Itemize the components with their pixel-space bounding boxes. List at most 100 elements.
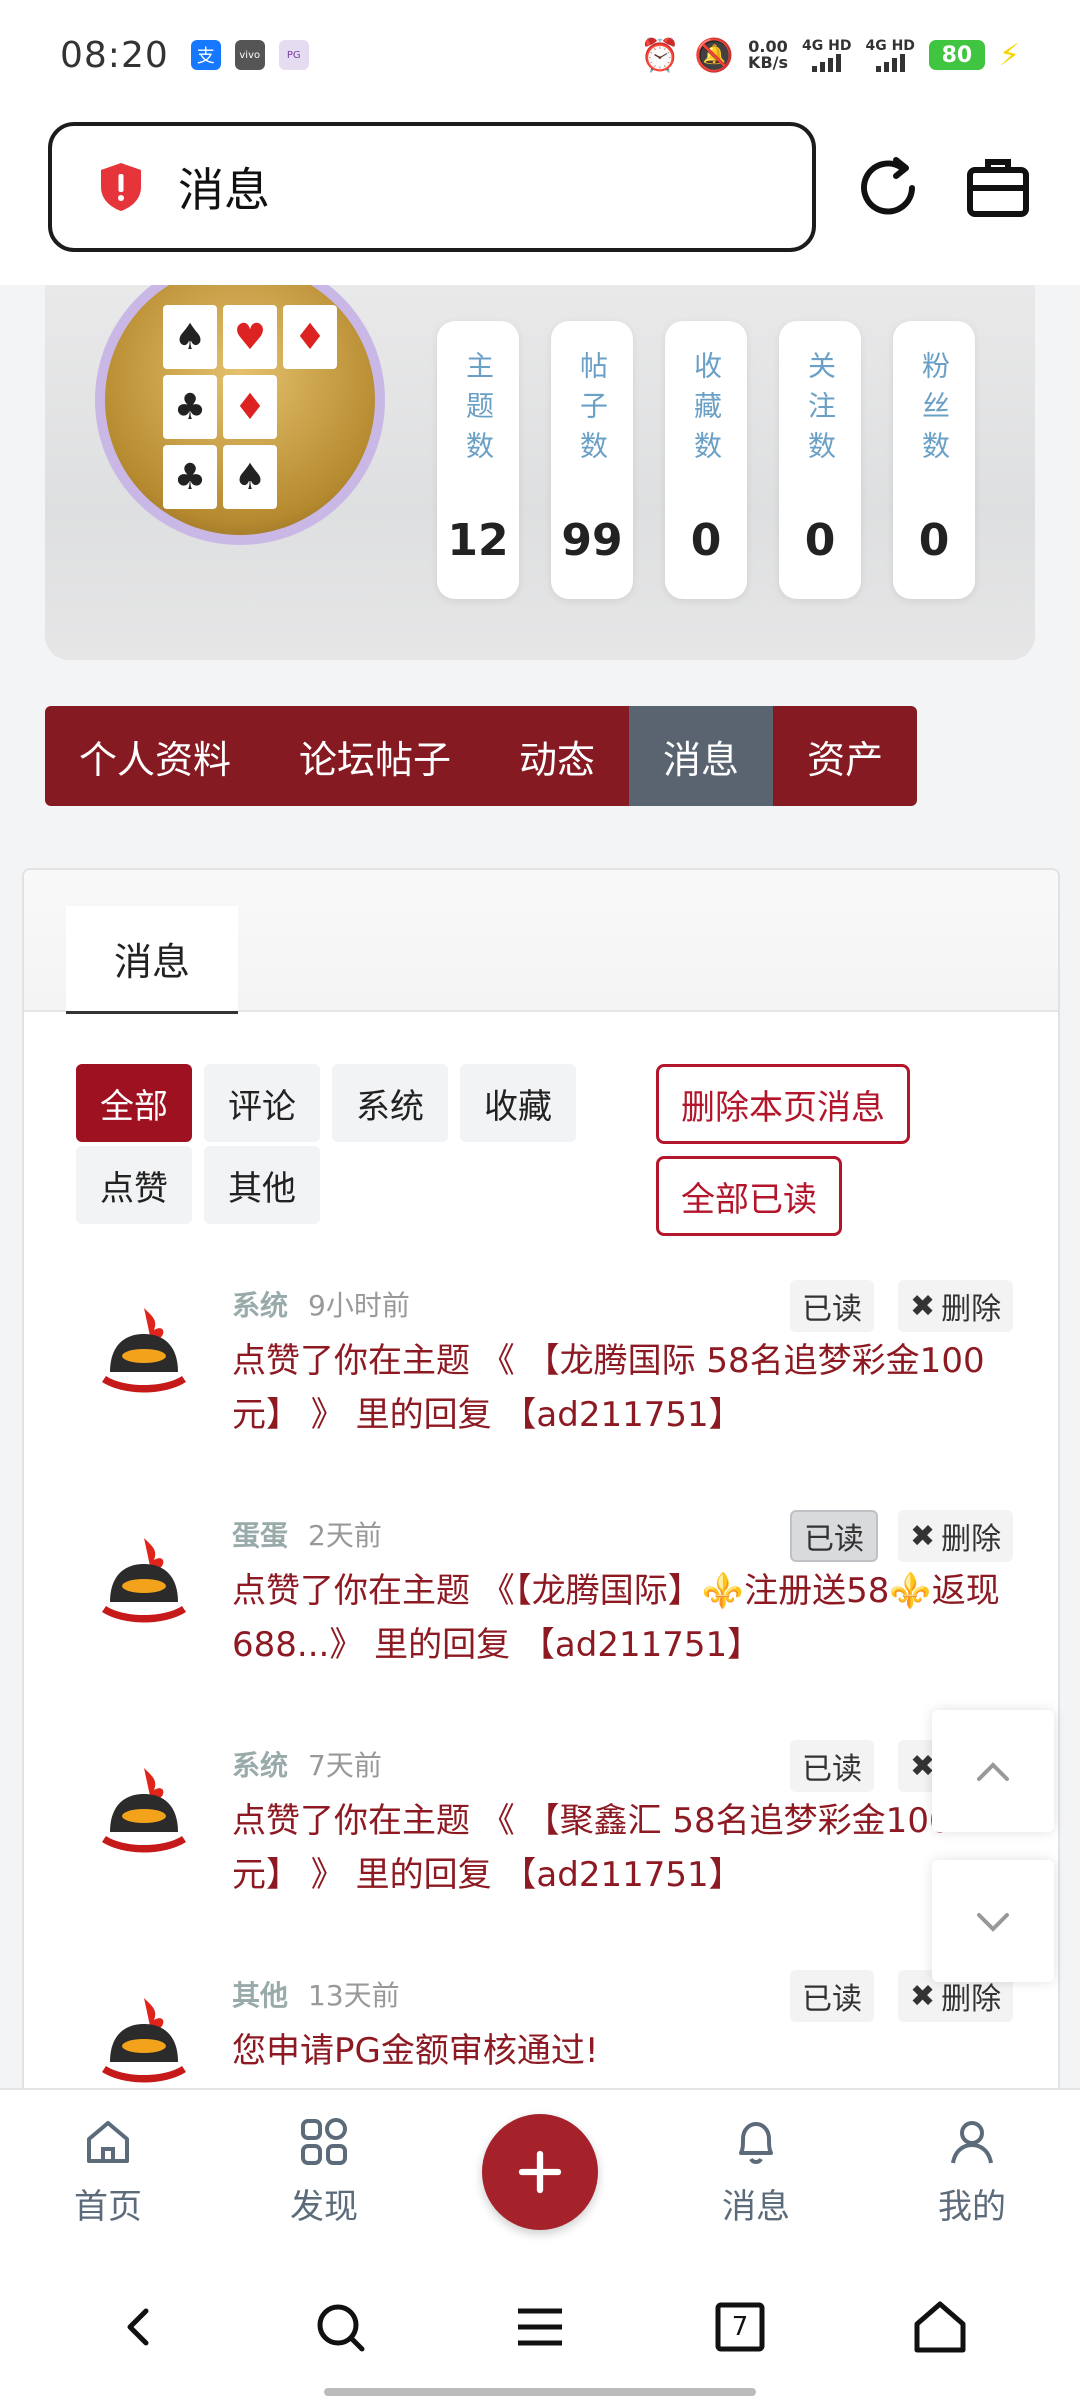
card-heart-icon: ♥ xyxy=(223,305,277,369)
nav-home[interactable]: 首页 xyxy=(0,2090,216,2253)
back-button[interactable] xyxy=(108,2295,172,2359)
search-button[interactable] xyxy=(308,2295,372,2359)
panel-tab-messages[interactable]: 消息 xyxy=(66,906,238,1014)
home-indicator[interactable] xyxy=(324,2388,756,2396)
vivo-icon: vivo xyxy=(234,40,265,70)
signal-bars-icon xyxy=(812,54,842,72)
card-club-icon: ♣ xyxy=(163,375,217,439)
tabs-button[interactable]: 7 xyxy=(708,2295,772,2359)
message-sender: 系统 xyxy=(232,1289,289,1322)
delete-label: 删除 xyxy=(941,1292,1002,1327)
stat-followers[interactable]: 粉丝数 0 xyxy=(893,321,975,599)
delete-page-messages-button[interactable]: 删除本页消息 xyxy=(656,1064,910,1144)
home-icon xyxy=(87,2121,129,2163)
browser-toolbar: 消息 xyxy=(0,110,1080,285)
message-item[interactable]: 蛋蛋 2天前 已读 ✖ 删除 点赞了你在主题 《【龙腾国际】⚜️注册送58⚜️返现… xyxy=(24,1510,1058,1744)
message-time: 7天前 xyxy=(308,1749,382,1782)
nav-mine-label: 我的 xyxy=(938,2187,1006,2227)
alipay-icon: 支 xyxy=(190,40,221,70)
signal-bars-icon xyxy=(875,54,905,72)
mark-read-button[interactable]: 已读 xyxy=(790,1280,874,1332)
grid-icon xyxy=(301,2118,347,2165)
filter-system[interactable]: 系统 xyxy=(332,1064,448,1142)
shield-warning-icon xyxy=(101,163,141,211)
close-icon: ✖ xyxy=(910,1518,936,1554)
message-text: 您申请PG金额审核通过! xyxy=(232,2031,599,2071)
scroll-down-button[interactable] xyxy=(932,1860,1054,1982)
ninja-avatar-icon xyxy=(102,1308,186,1393)
message-meta: 系统 9小时前 xyxy=(232,1284,410,1324)
delete-message-button[interactable]: ✖删除 xyxy=(898,1510,1014,1562)
nav-create[interactable] xyxy=(432,2090,648,2253)
mark-read-button[interactable]: 已读 xyxy=(790,1740,874,1792)
message-meta: 蛋蛋 2天前 xyxy=(232,1514,382,1554)
filter-comments[interactable]: 评论 xyxy=(204,1064,320,1142)
system-nav-bar: 7 xyxy=(0,2253,1080,2400)
chevron-down-icon xyxy=(977,1913,1009,1932)
message-time: 13天前 xyxy=(308,1979,400,2012)
mark-read-button[interactable]: 已读 xyxy=(790,1510,878,1562)
card-diamond-icon: ♦ xyxy=(223,375,277,439)
scroll-up-button[interactable] xyxy=(932,1710,1054,1832)
message-item[interactable]: 系统 9小时前 已读 ✖ 删除 点赞了你在主题 《 【龙腾国际 58名追梦彩金10… xyxy=(24,1280,1058,1514)
menu-button[interactable] xyxy=(508,2295,572,2359)
card-spade-icon: ♠ xyxy=(223,445,277,509)
refresh-icon[interactable] xyxy=(852,152,924,224)
signal-2: 4G HD xyxy=(865,38,915,72)
stat-value: 12 xyxy=(447,515,509,566)
stat-value: 0 xyxy=(804,515,836,566)
tab-forum-posts[interactable]: 论坛帖子 xyxy=(265,706,485,806)
nav-discover[interactable]: 发现 xyxy=(216,2090,432,2253)
mark-read-button[interactable]: 已读 xyxy=(790,1970,874,2022)
message-sender: 系统 xyxy=(232,1749,289,1782)
signal-1-label: 4G HD xyxy=(802,38,852,54)
message-text: 点赞了你在主题 《 【聚鑫汇 58名追梦彩金100元】 》 里的回复 【ad21… xyxy=(232,1801,951,1895)
nav-discover-label: 发现 xyxy=(290,2187,358,2227)
tab-assets[interactable]: 资产 xyxy=(773,706,917,806)
filter-favorites[interactable]: 收藏 xyxy=(460,1064,576,1142)
charging-icon: ⚡ xyxy=(998,37,1020,73)
ninja-avatar-icon xyxy=(102,1768,186,1853)
stat-posts[interactable]: 帖子数 99 xyxy=(551,321,633,599)
message-meta: 其他 13天前 xyxy=(232,1974,400,2014)
delete-label: 删除 xyxy=(941,1522,1002,1557)
filter-all[interactable]: 全部 xyxy=(76,1064,192,1142)
message-time: 2天前 xyxy=(308,1519,382,1552)
message-meta: 系统 7天前 xyxy=(232,1744,382,1784)
message-sender: 蛋蛋 xyxy=(232,1519,289,1552)
messages-panel: 消息 全部 评论 系统 收藏 点赞 其他 删除本页消息 全部已读 系统 9小时前… xyxy=(22,868,1060,2108)
message-filters: 全部 评论 系统 收藏 点赞 其他 xyxy=(76,1064,616,1228)
message-time: 9小时前 xyxy=(308,1289,410,1322)
browser-home-button[interactable] xyxy=(908,2295,972,2359)
stat-favorites[interactable]: 收藏数 0 xyxy=(665,321,747,599)
message-text: 点赞了你在主题 《【龙腾国际】⚜️注册送58⚜️返现688...》 里的回复 【… xyxy=(232,1571,1000,1665)
message-item[interactable]: 系统 7天前 已读 ✖删除 点赞了你在主题 《 【聚鑫汇 58名追梦彩金100元… xyxy=(24,1740,1058,1974)
nav-messages[interactable]: 消息 xyxy=(648,2090,864,2253)
stat-following[interactable]: 关注数 0 xyxy=(779,321,861,599)
user-icon xyxy=(951,2121,993,2164)
tab-activity[interactable]: 动态 xyxy=(485,706,629,806)
stat-topics[interactable]: 主题数 12 xyxy=(437,321,519,599)
mark-all-read-button[interactable]: 全部已读 xyxy=(656,1156,842,1236)
nav-home-label: 首页 xyxy=(74,2187,142,2227)
delete-message-button[interactable]: ✖删除 xyxy=(898,1280,1014,1332)
card-spade-icon: ♠ xyxy=(163,305,217,369)
ninja-avatar-icon xyxy=(102,1998,186,2083)
battery-indicator: 80 xyxy=(928,40,985,70)
tab-count: 7 xyxy=(731,2311,749,2342)
toolbox-icon[interactable] xyxy=(962,152,1034,224)
stat-label: 主题数 xyxy=(462,351,495,471)
tab-profile[interactable]: 个人资料 xyxy=(45,706,265,806)
avatar-image: ♠ ♥ ♦ ♣ ♦ ♣ ♠ xyxy=(105,285,375,535)
user-avatar[interactable]: ♠ ♥ ♦ ♣ ♦ ♣ ♠ xyxy=(95,285,385,545)
tab-messages[interactable]: 消息 xyxy=(629,706,774,806)
filter-other[interactable]: 其他 xyxy=(204,1146,320,1224)
address-bar[interactable]: 消息 xyxy=(48,122,816,252)
filter-likes[interactable]: 点赞 xyxy=(76,1146,192,1224)
net-speed-unit: KB/s xyxy=(748,53,789,72)
nav-messages-label: 消息 xyxy=(722,2187,790,2227)
message-text: 点赞了你在主题 《 【龙腾国际 58名追梦彩金100元】 》 里的回复 【ad2… xyxy=(232,1341,985,1435)
plus-icon xyxy=(518,2150,562,2193)
nav-mine[interactable]: 我的 xyxy=(864,2090,1080,2253)
create-post-button[interactable] xyxy=(482,2113,598,2230)
